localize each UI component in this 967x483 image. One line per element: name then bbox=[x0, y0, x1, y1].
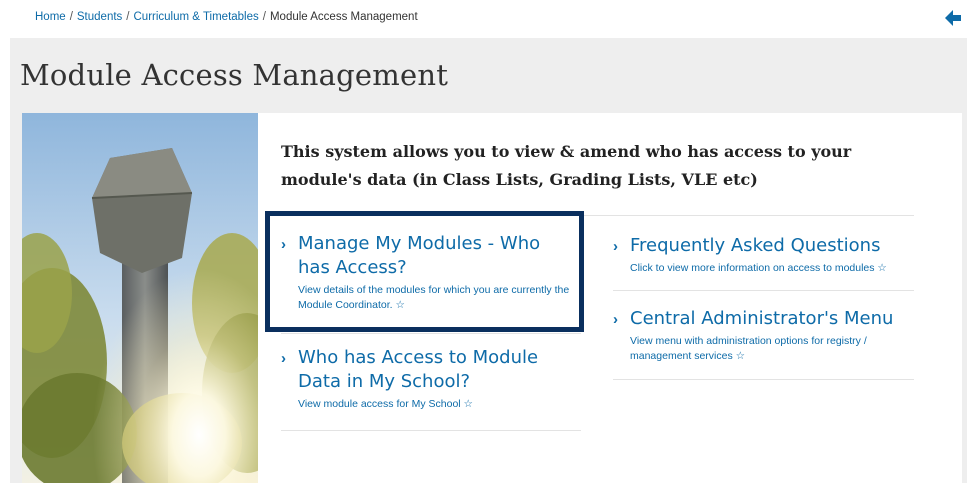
breadcrumb-current: Module Access Management bbox=[269, 11, 418, 23]
water-tower-photo bbox=[22, 113, 258, 483]
link-description: Click to view more information on access… bbox=[630, 262, 887, 274]
link-title[interactable]: Who has Access to Module Data in My Scho… bbox=[281, 346, 576, 394]
link-description: View module access for My School ☆ bbox=[298, 398, 473, 410]
hero-image-water-tower bbox=[22, 113, 258, 483]
highlight-box bbox=[265, 211, 584, 332]
link-school-access[interactable]: › Who has Access to Module Data in My Sc… bbox=[281, 346, 576, 412]
divider bbox=[613, 290, 914, 291]
divider bbox=[281, 333, 581, 334]
divider bbox=[281, 430, 581, 431]
page-title: Module Access Management bbox=[20, 58, 449, 92]
chevron-right-icon: › bbox=[281, 350, 286, 367]
breadcrumb-students[interactable]: Students bbox=[77, 11, 122, 23]
chevron-right-icon: › bbox=[613, 311, 618, 328]
breadcrumb-separator: / bbox=[126, 11, 130, 23]
breadcrumb-home[interactable]: Home bbox=[35, 11, 66, 23]
breadcrumb-separator: / bbox=[262, 11, 266, 23]
divider bbox=[613, 379, 914, 380]
back-arrow-icon[interactable] bbox=[943, 8, 963, 28]
intro-text: This system allows you to view & amend w… bbox=[281, 142, 852, 189]
link-description: View menu with administration options fo… bbox=[630, 335, 867, 362]
link-title[interactable]: Frequently Asked Questions bbox=[613, 234, 913, 258]
link-title[interactable]: Central Administrator's Menu bbox=[613, 307, 913, 331]
breadcrumb-separator: / bbox=[69, 11, 73, 23]
top-bar: Home / Students / Curriculum & Timetables / Mo… bbox=[10, 0, 967, 38]
chevron-right-icon: › bbox=[613, 238, 618, 255]
breadcrumb: Home / Students / Curriculum & Timetables / Mo… bbox=[35, 11, 418, 23]
link-central-admin[interactable]: › Central Administrator's Menu View menu… bbox=[613, 307, 913, 364]
left-frame bbox=[0, 0, 10, 483]
breadcrumb-curriculum[interactable]: Curriculum & Timetables bbox=[134, 11, 259, 23]
link-faq[interactable]: › Frequently Asked Questions Click to vi… bbox=[613, 234, 913, 276]
